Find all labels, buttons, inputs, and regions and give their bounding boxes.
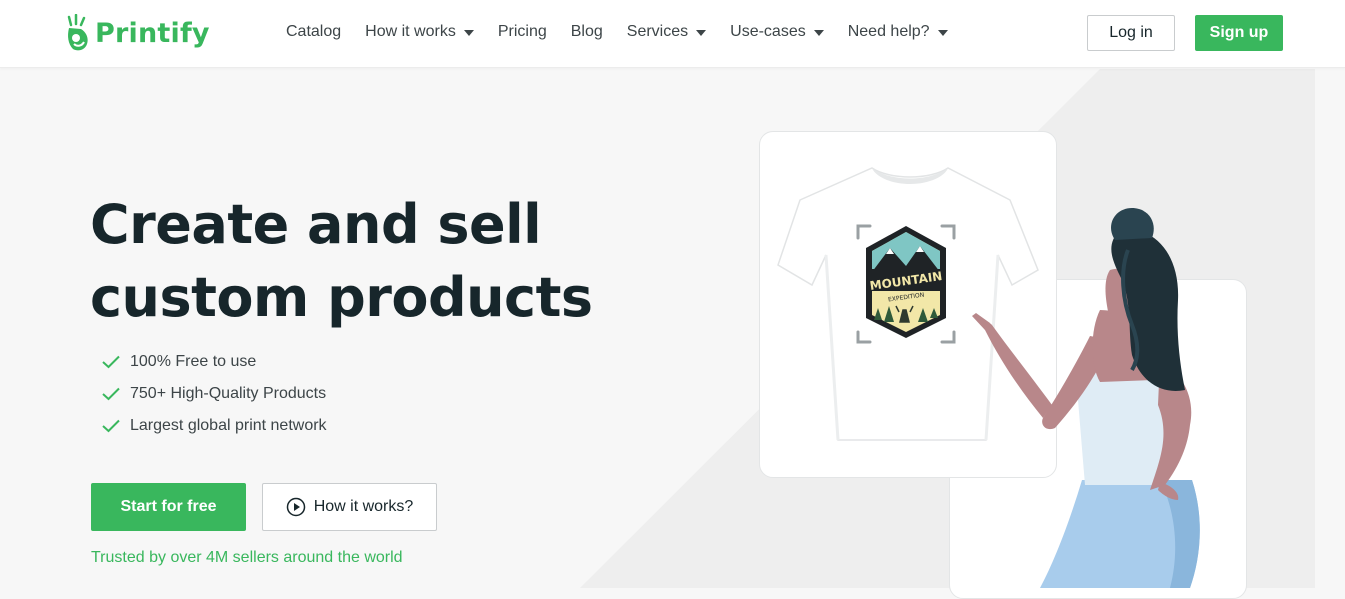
signup-button[interactable]: Sign up (1195, 15, 1283, 51)
nav-item-use-cases[interactable]: Use-cases (730, 23, 824, 41)
feature-text: 100% Free to use (130, 353, 257, 370)
check-icon (102, 355, 120, 369)
play-circle-icon (286, 497, 305, 517)
nav-label: Blog (570, 23, 603, 40)
nav-label: Catalog (286, 23, 342, 40)
nav-item-need-help[interactable]: Need help? (848, 23, 948, 41)
main-nav: Catalog How it works Pricing Blog Servic… (286, 23, 972, 41)
nav-item-catalog[interactable]: Catalog (286, 23, 341, 41)
hero-illustration: MOUNTAIN EXPEDITION (777, 167, 1200, 588)
nav-item-blog[interactable]: Blog (571, 23, 603, 41)
trusted-text: Trusted by over 4M sellers around the wo… (91, 549, 403, 566)
check-icon (102, 419, 120, 433)
chevron-down-icon (463, 29, 474, 36)
nav-label: Need help? (847, 23, 930, 40)
how-it-works-button[interactable]: How it works? (262, 483, 437, 531)
how-it-works-label: How it works? (313, 498, 414, 515)
printify-logo-icon (67, 14, 88, 51)
feature-text: Largest global print network (130, 417, 327, 434)
chevron-down-icon (813, 29, 824, 36)
login-button[interactable]: Log in (1087, 15, 1175, 51)
headline-line-2: custom products (90, 266, 593, 329)
feature-item: 750+ High-Quality Products (102, 378, 327, 410)
nav-item-how-it-works[interactable]: How it works (365, 23, 474, 41)
chevron-down-icon (696, 29, 707, 36)
start-for-free-button[interactable]: Start for free (91, 483, 246, 531)
brand-name: Printify (95, 17, 210, 49)
feature-item: 100% Free to use (102, 346, 327, 378)
nav-item-pricing[interactable]: Pricing (498, 23, 547, 41)
feature-item: Largest global print network (102, 410, 327, 442)
check-icon (102, 387, 120, 401)
feature-list: 100% Free to use 750+ High-Quality Produ… (102, 346, 327, 442)
nav-label: Use-cases (730, 23, 806, 40)
nav-label: Services (626, 23, 689, 40)
headline-line-1: Create and sell (90, 193, 542, 256)
nav-label: How it works (365, 23, 456, 40)
mountain-badge: MOUNTAIN EXPEDITION (866, 226, 946, 338)
hero-headline: Create and sell custom products (90, 188, 593, 334)
site-header: Printify Catalog How it works Pricing Bl… (0, 0, 1345, 68)
nav-item-services[interactable]: Services (626, 23, 707, 41)
feature-text: 750+ High-Quality Products (130, 385, 327, 402)
nav-label: Pricing (497, 23, 547, 40)
chevron-down-icon (937, 29, 948, 36)
tshirt-image: MOUNTAIN EXPEDITION (777, 167, 1039, 441)
logo[interactable]: Printify (64, 14, 210, 52)
